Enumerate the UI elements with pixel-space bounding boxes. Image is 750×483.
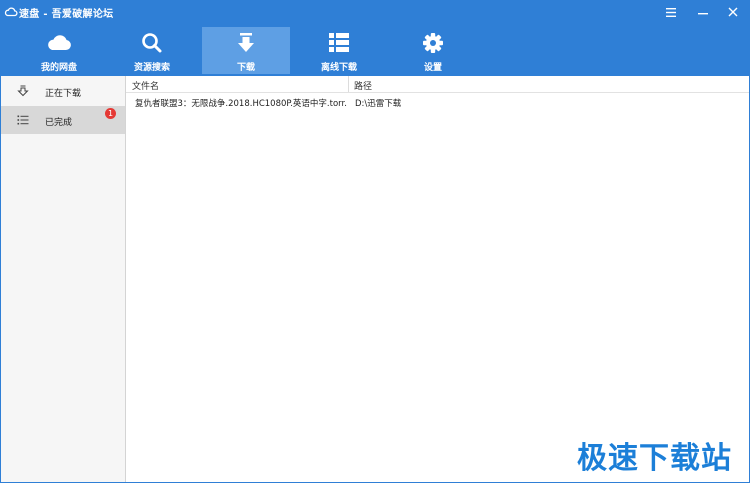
tab-resource-search[interactable]: 资源搜索 [108,27,196,74]
column-header-path[interactable]: 路径 [354,79,372,92]
main-toolbar: 我的网盘 资源搜索 下载 离线下载 设置 [1,23,749,76]
title-bar[interactable]: 速盘 - 吾爱破解论坛 [1,1,749,23]
table-row[interactable]: 复仇者联盟3：无限战争.2018.HC1080P.英语中字.torr... D:… [126,93,749,111]
window-title: 速盘 - 吾爱破解论坛 [19,9,114,20]
tab-offline-download[interactable]: 离线下载 [295,27,383,74]
cell-filename: 复仇者联盟3：无限战争.2018.HC1080P.英语中字.torr... [135,99,347,109]
table-header: 文件名 路径 [126,76,749,93]
notification-badge: 1 [105,108,116,119]
close-icon [728,7,738,17]
tab-label: 下载 [236,63,255,73]
sidebar-item-label: 正在下载 [45,89,82,99]
tab-label: 设置 [423,63,442,73]
cell-path: D:\迅雷下载 [355,99,402,109]
sidebar: 正在下载 已完成 1 [1,76,126,482]
sidebar-item-completed[interactable]: 已完成 1 [1,106,125,134]
tab-label: 离线下载 [320,63,357,73]
gear-icon [423,33,443,53]
menu-icon [666,7,676,17]
download-outline-icon [17,85,29,97]
site-watermark: 极速下载站 [577,441,732,476]
tab-settings[interactable]: 设置 [389,27,477,74]
tab-my-netdisk[interactable]: 我的网盘 [15,27,103,74]
column-divider[interactable] [348,76,349,92]
app-window: 速盘 - 吾爱破解论坛 我的网盘 资源搜索 下载 离线下载 设置 正在下载 已完… [0,0,750,483]
search-icon [142,33,162,53]
cloud-app-icon [4,7,18,17]
minimize-icon [698,13,708,15]
list-icon [17,115,29,125]
grid-list-icon [329,33,349,52]
minimize-button[interactable] [688,1,718,23]
tab-label: 资源搜索 [133,63,170,73]
close-button[interactable] [718,1,748,23]
cloud-icon [48,35,71,50]
tab-label: 我的网盘 [40,63,77,73]
download-icon [238,33,254,52]
column-header-filename[interactable]: 文件名 [132,79,159,92]
file-list-panel: 文件名 路径 复仇者联盟3：无限战争.2018.HC1080P.英语中字.tor… [126,76,749,482]
menu-button[interactable] [656,1,686,23]
tab-download[interactable]: 下载 [202,27,290,74]
sidebar-item-downloading[interactable]: 正在下载 [1,77,125,105]
sidebar-item-label: 已完成 [45,118,73,128]
